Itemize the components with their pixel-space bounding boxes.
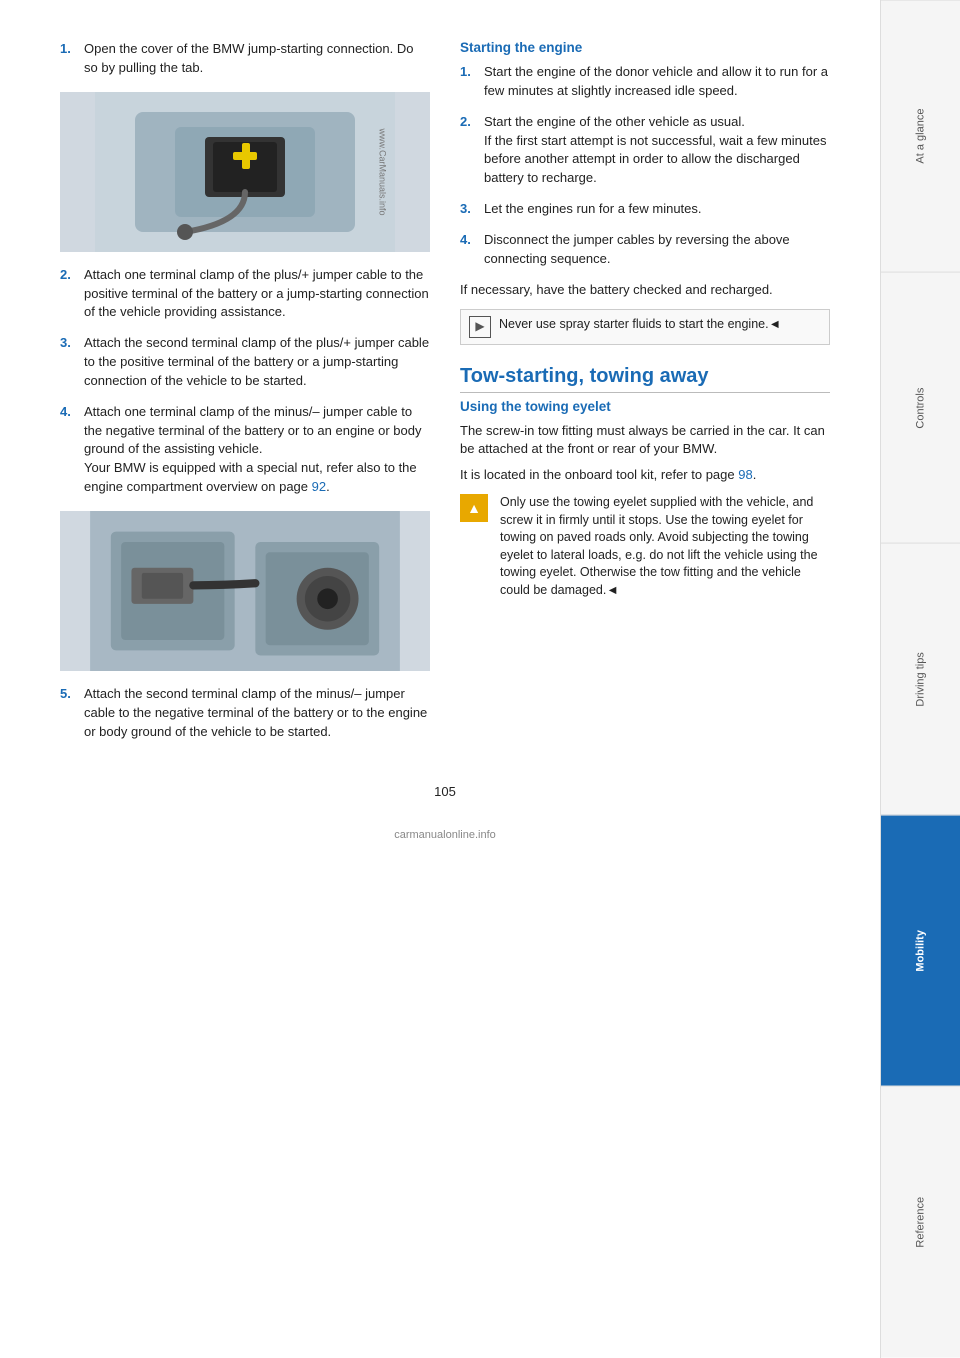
r-step-2: 2. Start the engine of the other vehicle… [460,113,830,188]
step-3: 3. Attach the second terminal clamp of t… [60,334,430,391]
caution-text: Never use spray starter fluids to start … [499,316,781,334]
sidebar-tab-reference[interactable]: Reference [881,1086,960,1358]
r-step-4: 4. Disconnect the jumper cables by rever… [460,231,830,269]
caution-note-box: ▶ Never use spray starter fluids to star… [460,309,830,345]
step-2: 2. Attach one terminal clamp of the plus… [60,266,430,323]
r-step-number-4: 4. [460,231,476,269]
step-text-3: Attach the second terminal clamp of the … [84,334,430,391]
right-column: Starting the engine 1. Start the engine … [460,40,830,754]
starting-engine-heading: Starting the engine [460,40,830,55]
image-watermark: www.CarManuals.info [377,128,387,215]
step-4: 4. Attach one terminal clamp of the minu… [60,403,430,497]
tow-para-2: It is located in the onboard tool kit, r… [460,466,830,484]
step-text-2: Attach one terminal clamp of the plus/+ … [84,266,430,323]
warning-icon: ▲ [460,494,488,522]
r-step-text-4: Disconnect the jumper cables by reversin… [484,231,830,269]
warning-text: Only use the towing eyelet supplied with… [500,494,830,599]
warning-box: ▲ Only use the towing eyelet supplied wi… [460,494,830,599]
page-ref-98[interactable]: 98 [738,467,752,482]
step-5: 5. Attach the second terminal clamp of t… [60,685,430,742]
tow-eyelet-heading: Using the towing eyelet [460,399,830,414]
sidebar-tab-mobility[interactable]: Mobility [881,815,960,1087]
right-sidebar: At a glance Controls Driving tips Mobili… [880,0,960,1358]
tow-section-title: Tow-starting, towing away [460,365,830,393]
step-number-3: 3. [60,334,76,391]
r-step-1: 1. Start the engine of the donor vehicle… [460,63,830,101]
step-text-5: Attach the second terminal clamp of the … [84,685,430,742]
recharge-note: If necessary, have the battery checked a… [460,281,830,299]
step-number-5: 5. [60,685,76,742]
sidebar-tab-driving-tips[interactable]: Driving tips [881,543,960,815]
sidebar-tab-controls[interactable]: Controls [881,272,960,544]
step-1: 1. Open the cover of the BMW jump-starti… [60,40,430,78]
r-step-text-2: Start the engine of the other vehicle as… [484,113,830,188]
r-step-text-3: Let the engines run for a few minutes. [484,200,702,219]
page-number: 105 [60,784,830,809]
sidebar-tab-at-a-glance[interactable]: At a glance [881,0,960,272]
step-text-4: Attach one terminal clamp of the minus/–… [84,403,430,497]
r-step-number-1: 1. [460,63,476,101]
step-text-1: Open the cover of the BMW jump-starting … [84,40,430,78]
r-step-text-1: Start the engine of the donor vehicle an… [484,63,830,101]
left-column: 1. Open the cover of the BMW jump-starti… [60,40,430,754]
image-jump-start: www.CarManuals.info [60,92,430,252]
step-number-2: 2. [60,266,76,323]
tow-para-1: The screw-in tow fitting must always be … [460,422,830,458]
image-jumper-cable [60,511,430,671]
main-content: 1. Open the cover of the BMW jump-starti… [0,0,880,1358]
bottom-logo: carmanualonline.info [60,829,830,841]
note-icon: ▶ [469,316,491,338]
step-number-1: 1. [60,40,76,78]
r-step-3: 3. Let the engines run for a few minutes… [460,200,830,219]
step-number-4: 4. [60,403,76,497]
r-step-number-3: 3. [460,200,476,219]
r-step-number-2: 2. [460,113,476,188]
page-ref-92[interactable]: 92 [312,479,326,494]
